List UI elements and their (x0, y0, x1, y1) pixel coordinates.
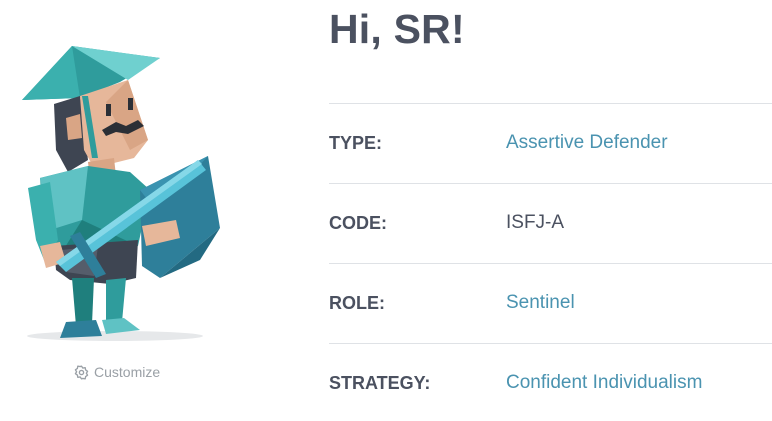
code-value: ISFJ-A (506, 212, 565, 233)
avatar-panel: Customize (0, 0, 250, 421)
profile-row-strategy: STRATEGY: Confident Individualism (329, 343, 772, 421)
profile-row-code: CODE: ISFJ-A (329, 183, 772, 263)
type-label: TYPE: (329, 133, 383, 153)
strategy-label: STRATEGY: (329, 373, 431, 393)
profile-row-role: ROLE: Sentinel (329, 263, 772, 343)
customize-button[interactable]: Customize (74, 364, 160, 380)
page-title: Hi, SR! (329, 6, 465, 52)
profile-panel: Hi, SR! TYPE: Assertive Defender CODE: I… (329, 0, 772, 421)
role-value-link[interactable]: Sentinel (506, 292, 575, 314)
profile-row-type: TYPE: Assertive Defender (329, 103, 772, 183)
strategy-value-link[interactable]: Confident Individualism (506, 372, 702, 394)
type-value-link[interactable]: Assertive Defender (506, 132, 668, 154)
role-label: ROLE: (329, 293, 385, 313)
profile-details: TYPE: Assertive Defender CODE: ISFJ-A RO… (329, 103, 772, 421)
customize-label: Customize (94, 364, 161, 380)
avatar-illustration (22, 46, 220, 341)
code-label: CODE: (329, 213, 387, 233)
gear-icon (74, 364, 89, 380)
